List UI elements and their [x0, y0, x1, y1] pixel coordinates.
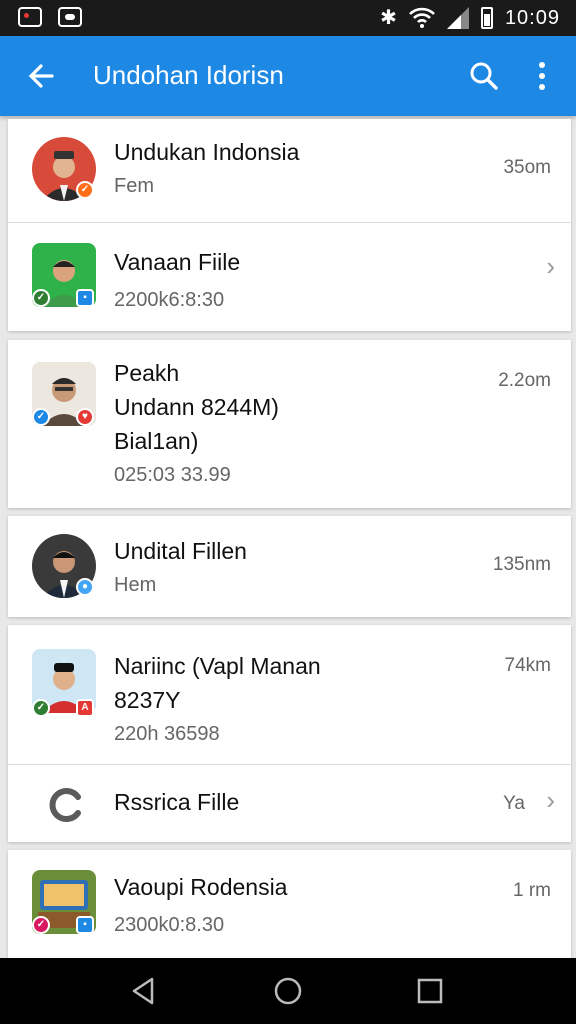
status-bar: ✱ 10:09 [0, 0, 576, 36]
wifi-icon [409, 7, 435, 28]
item-detail: 8237Y [114, 687, 181, 713]
nav-back-icon[interactable] [128, 975, 160, 1007]
heart-badge: ♥ [76, 408, 94, 426]
item-time: 2.2om [498, 370, 551, 391]
list-card[interactable]: ✓ ▪ Vaoupi Rodensia 2300k0:8.30 1 rm [8, 850, 571, 958]
app-title: Undohan Idorisn [93, 60, 284, 90]
list-card: ✓ Undukan Indonsia Fem 35om ✓ ▪ Vanaan F… [8, 119, 571, 331]
navigation-bar [0, 958, 576, 1024]
status-badge: ✓ [32, 408, 50, 426]
item-detail: Undann 8244M) [114, 394, 279, 420]
refresh-icon [44, 783, 88, 827]
item-subtitle: Hem [114, 574, 157, 596]
item-title: Peakh [114, 360, 180, 386]
item-time: 1 rm [513, 880, 551, 901]
back-arrow-icon[interactable] [22, 56, 62, 96]
status-badge: ✓ [76, 181, 94, 199]
status-badge: ✓ [32, 699, 50, 717]
signal-icon [446, 7, 469, 29]
item-title: Undital Fillen [114, 538, 247, 564]
tag-badge: A [76, 699, 94, 717]
item-time: 35om [503, 157, 551, 178]
item-subtitle: 025:03 33.99 [114, 464, 231, 486]
item-title: Undukan Indonsia [114, 139, 300, 165]
item-detail: Bial1an) [114, 428, 199, 454]
item-title: Vanaan Fiile [114, 249, 241, 275]
status-badge: ● [76, 578, 94, 596]
item-subtitle: 220h 36598 [114, 723, 220, 745]
item-title: Nariinc (Vapl Manan [114, 653, 321, 679]
list-card[interactable]: ● Undital Fillen Hem 135nm [8, 516, 571, 617]
list-item[interactable]: Rssrica Fille Ya › [8, 764, 571, 842]
message-badge: ▪ [76, 916, 94, 934]
nav-recents-icon[interactable] [414, 975, 446, 1007]
list-item[interactable]: ✓ ▪ Vanaan Fiile 2200k6:8:30 › [8, 222, 571, 331]
chevron-right-icon[interactable]: › [546, 785, 555, 816]
chevron-right-icon[interactable]: › [546, 251, 555, 282]
overflow-menu-icon[interactable] [528, 58, 556, 94]
battery-icon [480, 7, 493, 29]
item-subtitle: 2300k0:8.30 [114, 914, 225, 936]
notification-icon [58, 7, 82, 27]
app-bar: Undohan Idorisn [0, 36, 576, 116]
item-time: Ya [503, 793, 525, 814]
status-badge: ✓ [32, 916, 50, 934]
list-item[interactable]: ✓ A Nariinc (Vapl Manan 8237Y 220h 36598… [8, 625, 571, 764]
search-icon[interactable] [466, 58, 502, 94]
notification-icon [18, 7, 42, 27]
item-title: Rssrica Fille [114, 789, 240, 815]
item-subtitle: 2200k6:8:30 [114, 289, 225, 311]
status-badge: ✓ [32, 289, 50, 307]
item-title: Vaoupi Rodensia [114, 874, 288, 900]
list-card: ✓ A Nariinc (Vapl Manan 8237Y 220h 36598… [8, 625, 571, 842]
message-badge: ▪ [76, 289, 94, 307]
nav-home-icon[interactable] [272, 975, 304, 1007]
item-time: 74km [504, 655, 551, 676]
clock: 10:09 [504, 6, 560, 29]
item-time: 135nm [492, 554, 551, 575]
bluetooth-icon: ✱ [380, 7, 397, 29]
list-item[interactable]: ✓ Undukan Indonsia Fem 35om [8, 119, 571, 222]
list-card[interactable]: ✓ ♥ Peakh Undann 8244M) Bial1an) 025:03 … [8, 340, 571, 508]
item-subtitle: Fem [114, 175, 154, 197]
